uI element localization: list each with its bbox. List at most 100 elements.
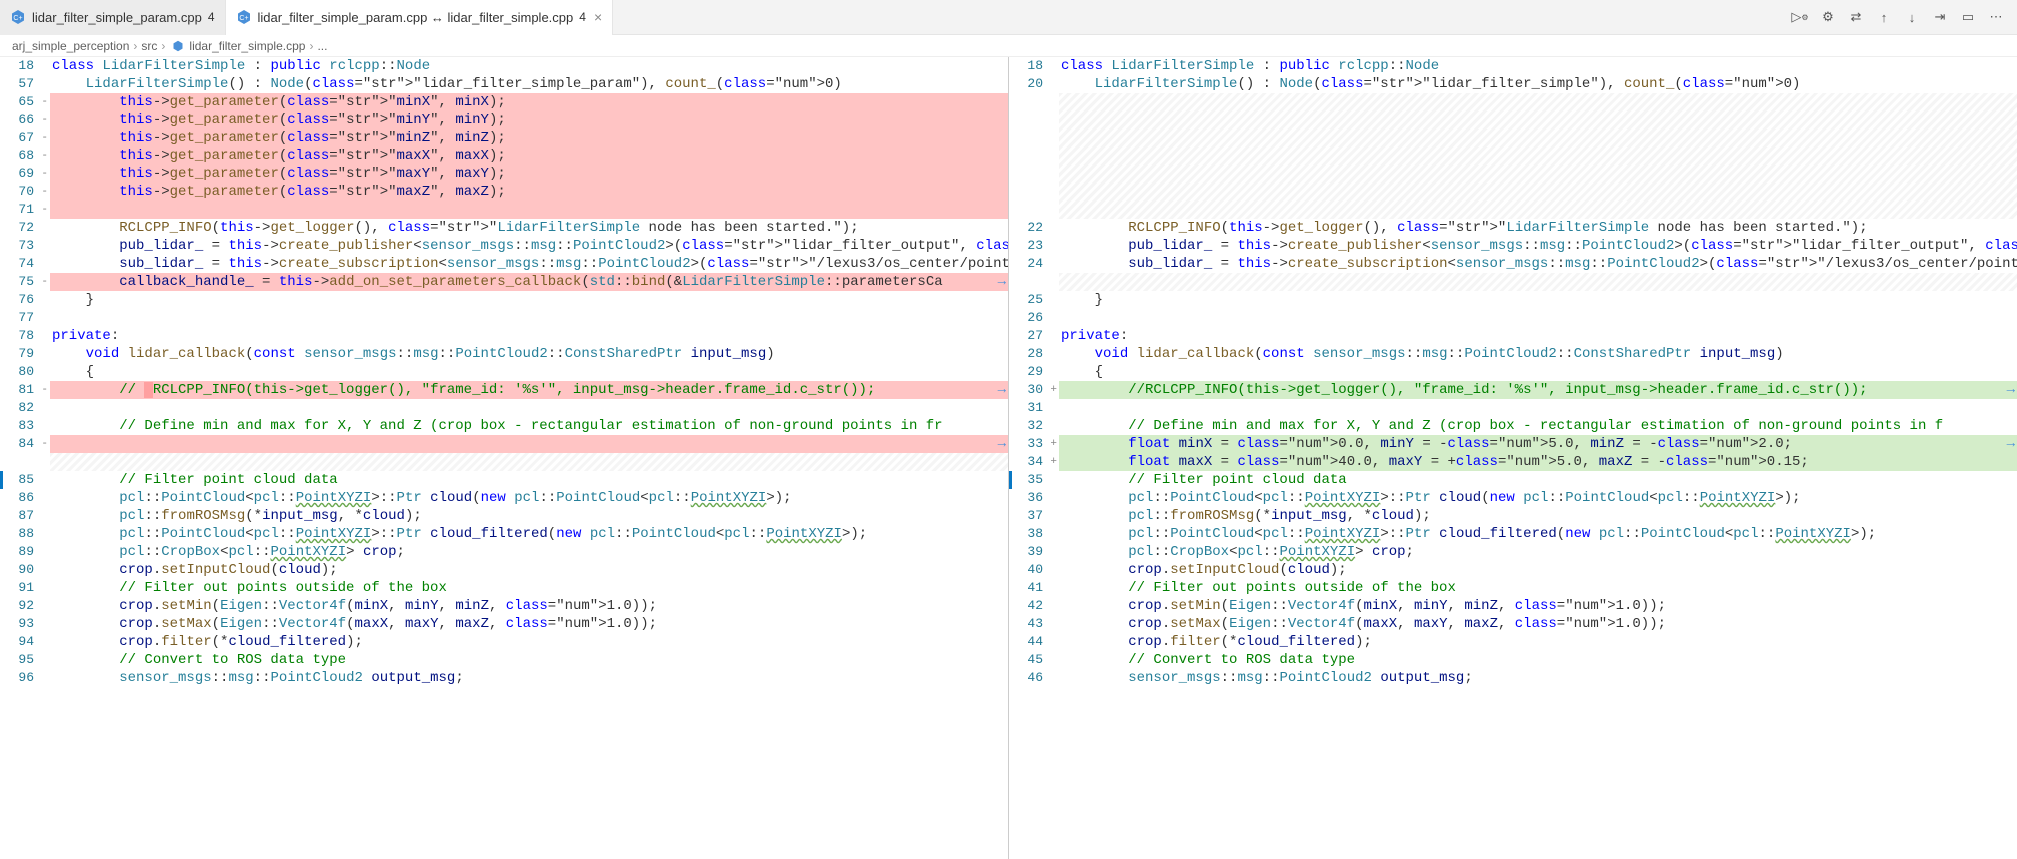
code-line[interactable]: → [50, 435, 1008, 453]
diff-arrow-icon[interactable]: → [2007, 381, 2015, 399]
code-line[interactable]: this->get_parameter(class="str">"minZ", … [50, 129, 1008, 147]
code-line[interactable]: LidarFilterSimple() : Node(class="str">"… [50, 75, 1008, 93]
code-line[interactable] [1059, 165, 2017, 183]
code-line[interactable]: crop.filter(*cloud_filtered); [50, 633, 1008, 651]
code-line[interactable] [1059, 399, 2017, 417]
collapse-icon[interactable]: ⇥ [1931, 8, 1949, 26]
swap-icon[interactable]: ⇄ [1847, 8, 1865, 26]
code-line[interactable]: void lidar_callback(const sensor_msgs::m… [1059, 345, 2017, 363]
code-line[interactable]: } [50, 291, 1008, 309]
code-line[interactable] [50, 453, 1008, 471]
code-line[interactable]: // Define min and max for X, Y and Z (cr… [1059, 417, 2017, 435]
breadcrumb-segment[interactable]: arj_simple_perception [12, 39, 129, 53]
line-number: 32 [1009, 417, 1059, 435]
code-line[interactable]: this->get_parameter(class="str">"maxZ", … [50, 183, 1008, 201]
code-line[interactable]: // RCLCPP_INFO(this->get_logger(), "fram… [50, 381, 1008, 399]
breadcrumb-segment[interactable]: ... [317, 39, 327, 53]
breadcrumb[interactable]: arj_simple_perception › src › lidar_filt… [0, 35, 2017, 57]
diff-arrow-icon[interactable]: → [998, 435, 1006, 453]
code-line[interactable]: sub_lidar_ = this->create_subscription<s… [1059, 255, 2017, 273]
code-line[interactable]: pcl::PointCloud<pcl::PointXYZI>::Ptr clo… [50, 525, 1008, 543]
code-line[interactable]: RCLCPP_INFO(this->get_logger(), class="s… [50, 219, 1008, 237]
code-line[interactable]: { [50, 363, 1008, 381]
map-icon[interactable]: ▭ [1959, 8, 1977, 26]
code-right[interactable]: class LidarFilterSimple : public rclcpp:… [1059, 57, 2017, 687]
line-number: 70- [0, 183, 50, 201]
code-line[interactable]: crop.setMin(Eigen::Vector4f(minX, minY, … [1059, 597, 2017, 615]
diff-pane-right[interactable]: 1820222324252627282930+313233+34+3536373… [1008, 57, 2017, 859]
diff-arrow-icon[interactable]: → [998, 381, 1006, 399]
code-line[interactable]: crop.setMax(Eigen::Vector4f(maxX, maxY, … [50, 615, 1008, 633]
line-number: 27 [1009, 327, 1059, 345]
diff-arrow-icon[interactable]: → [998, 273, 1006, 291]
code-line[interactable] [1059, 183, 2017, 201]
code-line[interactable]: this->get_parameter(class="str">"maxY", … [50, 165, 1008, 183]
code-line[interactable]: crop.setInputCloud(cloud); [50, 561, 1008, 579]
code-line[interactable]: // Define min and max for X, Y and Z (cr… [50, 417, 1008, 435]
code-line[interactable]: pcl::PointCloud<pcl::PointXYZI>::Ptr clo… [1059, 525, 2017, 543]
breadcrumb-segment[interactable]: src [141, 39, 157, 53]
code-line[interactable]: private: [50, 327, 1008, 345]
code-line[interactable] [1059, 93, 2017, 111]
diff-pane-left[interactable]: 185765-66-67-68-69-70-71-72737475-767778… [0, 57, 1008, 859]
code-line[interactable]: this->get_parameter(class="str">"minX", … [50, 93, 1008, 111]
code-line[interactable]: pcl::PointCloud<pcl::PointXYZI>::Ptr clo… [1059, 489, 2017, 507]
code-line[interactable]: pcl::fromROSMsg(*input_msg, *cloud); [1059, 507, 2017, 525]
code-line[interactable]: this->get_parameter(class="str">"maxX", … [50, 147, 1008, 165]
code-line[interactable]: // Filter out points outside of the box [1059, 579, 2017, 597]
tab-diff[interactable]: C+ lidar_filter_simple_param.cpp ↔ lidar… [226, 0, 614, 35]
code-line[interactable]: { [1059, 363, 2017, 381]
code-line[interactable] [50, 309, 1008, 327]
code-line[interactable] [50, 201, 1008, 219]
code-line[interactable]: this->get_parameter(class="str">"minY", … [50, 111, 1008, 129]
code-line[interactable]: } [1059, 291, 2017, 309]
line-number: 39 [1009, 543, 1059, 561]
code-line[interactable] [1059, 129, 2017, 147]
tab-file-param[interactable]: C+ lidar_filter_simple_param.cpp 4 [0, 0, 226, 35]
code-line[interactable]: pcl::CropBox<pcl::PointXYZI> crop; [50, 543, 1008, 561]
code-line[interactable]: // Filter point cloud data [50, 471, 1008, 489]
code-line[interactable]: void lidar_callback(const sensor_msgs::m… [50, 345, 1008, 363]
code-line[interactable] [1059, 111, 2017, 129]
code-line[interactable]: sub_lidar_ = this->create_subscription<s… [50, 255, 1008, 273]
code-line[interactable] [50, 399, 1008, 417]
code-line[interactable]: // Filter out points outside of the box [50, 579, 1008, 597]
run-icon[interactable]: ▷⚙ [1791, 8, 1809, 26]
code-line[interactable]: // Convert to ROS data type [50, 651, 1008, 669]
more-icon[interactable]: ⋯ [1987, 8, 2005, 26]
code-line[interactable]: RCLCPP_INFO(this->get_logger(), class="s… [1059, 219, 2017, 237]
code-left[interactable]: class LidarFilterSimple : public rclcpp:… [50, 57, 1008, 687]
line-number [1009, 129, 1059, 147]
diff-arrow-icon[interactable]: → [2007, 435, 2015, 453]
code-line[interactable]: private: [1059, 327, 2017, 345]
code-line[interactable]: crop.setMax(Eigen::Vector4f(maxX, maxY, … [1059, 615, 2017, 633]
code-line[interactable]: callback_handle_ = this->add_on_set_para… [50, 273, 1008, 291]
code-line[interactable] [1059, 201, 2017, 219]
code-line[interactable]: pub_lidar_ = this->create_publisher<sens… [1059, 237, 2017, 255]
arrow-down-icon[interactable]: ↓ [1903, 8, 1921, 26]
gear-icon[interactable]: ⚙ [1819, 8, 1837, 26]
breadcrumb-segment[interactable]: lidar_filter_simple.cpp [189, 39, 305, 53]
code-line[interactable]: crop.filter(*cloud_filtered); [1059, 633, 2017, 651]
arrow-up-icon[interactable]: ↑ [1875, 8, 1893, 26]
code-line[interactable]: crop.setInputCloud(cloud); [1059, 561, 2017, 579]
code-line[interactable]: sensor_msgs::msg::PointCloud2 output_msg… [1059, 669, 2017, 687]
code-line[interactable]: // Filter point cloud data [1059, 471, 2017, 489]
code-line[interactable]: class LidarFilterSimple : public rclcpp:… [1059, 57, 2017, 75]
code-line[interactable]: //RCLCPP_INFO(this->get_logger(), "frame… [1059, 381, 2017, 399]
code-line[interactable]: sensor_msgs::msg::PointCloud2 output_msg… [50, 669, 1008, 687]
close-icon[interactable]: × [594, 9, 602, 25]
code-line[interactable] [1059, 273, 2017, 291]
code-line[interactable]: LidarFilterSimple() : Node(class="str">"… [1059, 75, 2017, 93]
code-line[interactable] [1059, 309, 2017, 327]
code-line[interactable]: float minX = class="num">0.0, minY = -cl… [1059, 435, 2017, 453]
code-line[interactable]: pcl::PointCloud<pcl::PointXYZI>::Ptr clo… [50, 489, 1008, 507]
code-line[interactable]: class LidarFilterSimple : public rclcpp:… [50, 57, 1008, 75]
code-line[interactable]: pcl::CropBox<pcl::PointXYZI> crop; [1059, 543, 2017, 561]
code-line[interactable] [1059, 147, 2017, 165]
code-line[interactable]: pub_lidar_ = this->create_publisher<sens… [50, 237, 1008, 255]
code-line[interactable]: float maxX = class="num">40.0, maxY = +c… [1059, 453, 2017, 471]
code-line[interactable]: // Convert to ROS data type [1059, 651, 2017, 669]
code-line[interactable]: crop.setMin(Eigen::Vector4f(minX, minY, … [50, 597, 1008, 615]
code-line[interactable]: pcl::fromROSMsg(*input_msg, *cloud); [50, 507, 1008, 525]
